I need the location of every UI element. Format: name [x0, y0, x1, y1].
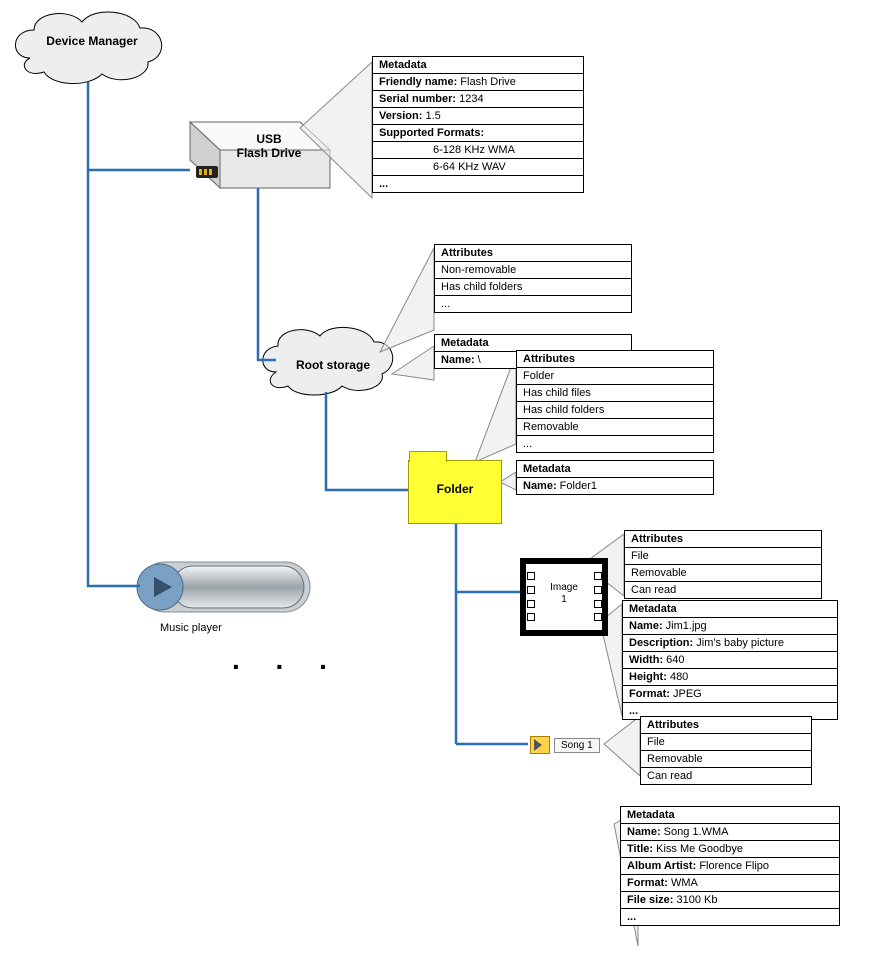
table-row: Can read — [625, 582, 821, 598]
table-row: Width: 640 — [623, 652, 837, 669]
table-row: Has child files — [517, 385, 713, 402]
table-row: Removable — [625, 565, 821, 582]
image-metadata-table: Metadata Name: Jim1.jpgDescription: Jim'… — [622, 600, 838, 720]
table-row: Can read — [641, 768, 811, 784]
song-metadata-table: Metadata Name: Song 1.WMATitle: Kiss Me … — [620, 806, 840, 926]
table-row: Removable — [641, 751, 811, 768]
table-row: ... — [621, 909, 839, 925]
table-row: Version: 1.5 — [373, 108, 583, 125]
table-row: Name: Jim1.jpg — [623, 618, 837, 635]
usb-drive-label-2: Flash Drive — [222, 146, 316, 160]
table-row: Name: Song 1.WMA — [621, 824, 839, 841]
table-row: 6-64 KHz WAV — [373, 159, 583, 176]
table-row: Has child folders — [517, 402, 713, 419]
music-player-label: Music player — [160, 622, 280, 634]
speaker-icon — [530, 736, 550, 754]
table-row: Height: 480 — [623, 669, 837, 686]
table-row: Serial number: 1234 — [373, 91, 583, 108]
song-node: Song 1 — [530, 736, 600, 754]
table-row: Album Artist: Florence Flipo — [621, 858, 839, 875]
music-player-shape — [137, 562, 310, 612]
table-row: Supported Formats: — [373, 125, 583, 142]
table-row: Title: Kiss Me Goodbye — [621, 841, 839, 858]
table-row: Folder — [517, 368, 713, 385]
song-attributes-table: Attributes FileRemovableCan read — [640, 716, 812, 785]
folder-attributes-table: Attributes FolderHas child filesHas chil… — [516, 350, 714, 453]
table-row: Description: Jim's baby picture — [623, 635, 837, 652]
folder-metadata-table: Metadata Name: Folder1 — [516, 460, 714, 495]
table-row: File size: 3100 Kb — [621, 892, 839, 909]
root-storage-label: Root storage — [278, 358, 388, 372]
image-attributes-table: Attributes FileRemovableCan read — [624, 530, 822, 599]
table-row: Removable — [517, 419, 713, 436]
image-node: Image1 — [520, 558, 608, 636]
table-row: 6-128 KHz WMA — [373, 142, 583, 159]
folder-node: Folder — [408, 460, 502, 524]
table-row: Name: Folder1 — [517, 478, 713, 494]
table-row: Friendly name: Flash Drive — [373, 74, 583, 91]
usb-metadata-table: Metadata Friendly name: Flash DriveSeria… — [372, 56, 584, 193]
table-row: Non-removable — [435, 262, 631, 279]
table-row: File — [625, 548, 821, 565]
root-attributes-table: Attributes Non-removableHas child folder… — [434, 244, 632, 313]
device-manager-label: Device Manager — [22, 34, 162, 48]
table-row: File — [641, 734, 811, 751]
ellipsis-icon: . . . — [232, 644, 341, 676]
song-label: Song 1 — [554, 738, 600, 753]
table-row: ... — [435, 296, 631, 312]
usb-drive-label-1: USB — [222, 132, 316, 146]
table-row: Format: JPEG — [623, 686, 837, 703]
table-row: ... — [517, 436, 713, 452]
folder-label: Folder — [408, 482, 502, 496]
table-row: ... — [373, 176, 583, 192]
table-row: Format: WMA — [621, 875, 839, 892]
table-row: Has child folders — [435, 279, 631, 296]
